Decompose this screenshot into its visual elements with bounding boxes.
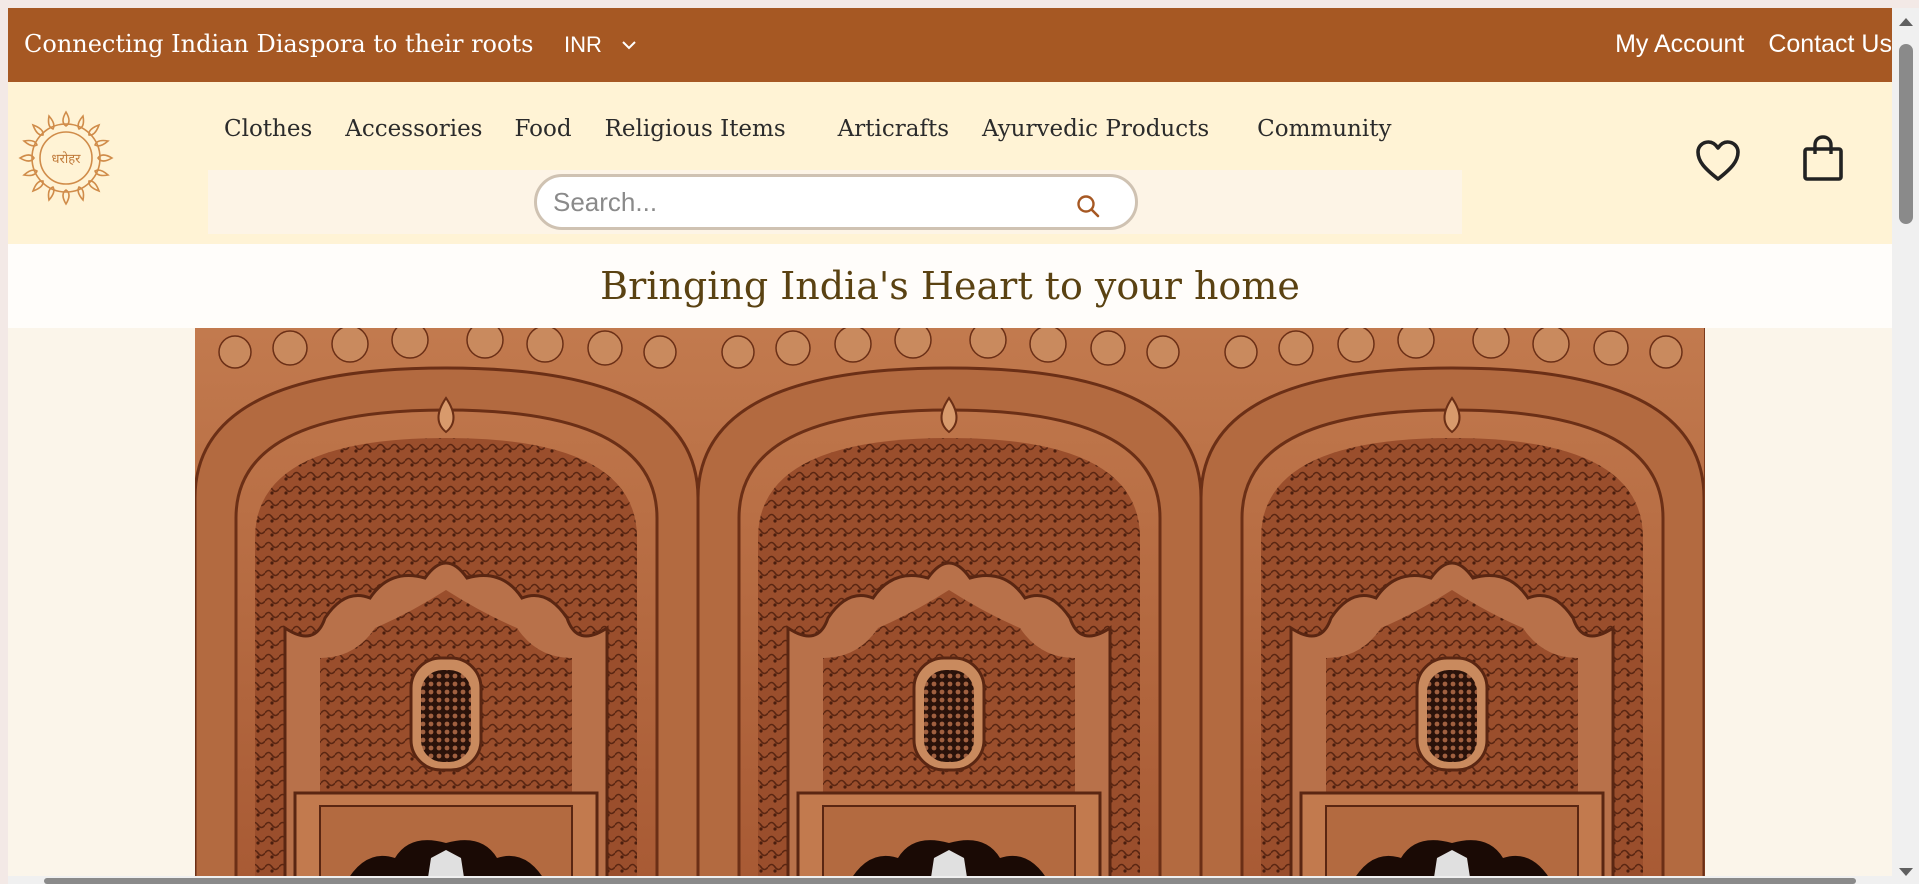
my-account-link[interactable]: My Account: [1615, 30, 1744, 59]
logo-text: धरोहर: [52, 151, 82, 167]
nav-ayurvedic-products[interactable]: Ayurvedic Products: [982, 116, 1209, 142]
top-bar: Connecting Indian Diaspora to their root…: [8, 8, 1892, 82]
horizontal-scrollbar-thumb[interactable]: [44, 878, 1856, 884]
search-box: [534, 174, 1138, 230]
page: Connecting Indian Diaspora to their root…: [8, 8, 1892, 884]
hero-title: Bringing India's Heart to your home: [600, 264, 1300, 308]
carved-arch-panel: [1201, 328, 1704, 884]
heart-icon[interactable]: [1694, 138, 1742, 184]
nav-clothes[interactable]: Clothes: [224, 116, 312, 142]
contact-us-link[interactable]: Contact Us: [1768, 30, 1892, 59]
logo[interactable]: धरोहर: [16, 108, 116, 208]
nav-articrafts[interactable]: Articrafts: [838, 116, 949, 142]
search-icon[interactable]: [1075, 193, 1101, 219]
scroll-down-icon[interactable]: [1899, 868, 1913, 876]
nav-accessories[interactable]: Accessories: [345, 116, 482, 142]
carved-arch-panel: [698, 328, 1201, 884]
carved-arch-panel: [195, 328, 698, 884]
vertical-scrollbar[interactable]: [1892, 8, 1919, 884]
search-bar: [208, 170, 1462, 234]
tagline: Connecting Indian Diaspora to their root…: [24, 30, 534, 58]
horizontal-scrollbar[interactable]: [8, 876, 1892, 884]
chevron-down-icon: [622, 41, 636, 50]
nav-community[interactable]: Community: [1257, 116, 1391, 142]
main-nav: Clothes Accessories Food Religious Items…: [224, 116, 1391, 142]
nav-food[interactable]: Food: [514, 116, 571, 142]
scrollbar-thumb[interactable]: [1899, 44, 1913, 224]
hero-banner-image: [195, 328, 1705, 884]
hero-band: Bringing India's Heart to your home: [8, 244, 1892, 328]
shopping-bag-icon[interactable]: [1802, 134, 1844, 182]
search-input[interactable]: [553, 186, 1053, 218]
top-links: My Account Contact Us: [1615, 30, 1892, 59]
scroll-up-icon[interactable]: [1899, 18, 1913, 26]
header: धरोहर Clothes Accessories Food Religious…: [8, 82, 1892, 244]
currency-value: INR: [564, 32, 602, 57]
currency-selector[interactable]: INR: [564, 32, 638, 58]
nav-religious-items[interactable]: Religious Items: [605, 116, 786, 142]
